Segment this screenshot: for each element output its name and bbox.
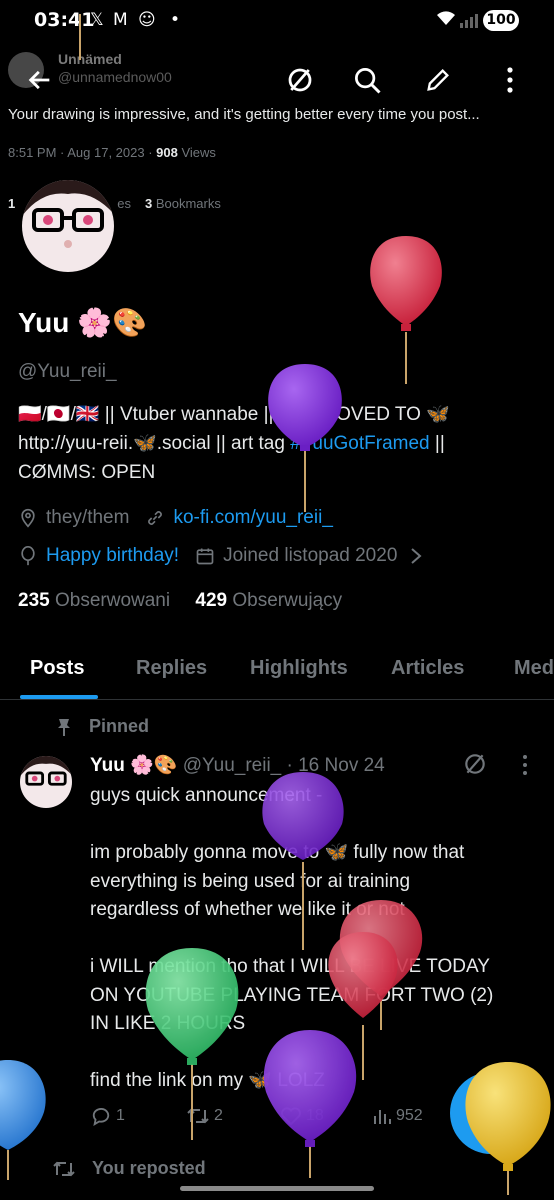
analytics-icon [374,1110,391,1124]
tweet-avatar[interactable] [20,756,72,808]
ghost-author-name: Unnämed [58,51,122,67]
heart-icon [281,1107,301,1126]
reply-button[interactable]: 1 [90,1106,125,1126]
tweet-header: Yuu 🌸🎨 @Yuu_reii_ · 16 Nov 24 [90,753,385,777]
dot-icon: • [170,10,181,30]
tweet-handle-time: @Yuu_reii_ · 16 Nov 24 [177,755,385,776]
followers-link[interactable]: 429 Obserwujący [195,590,342,611]
grok-icon [465,754,485,774]
tab-media[interactable]: Med [514,657,554,680]
discord-icon: ☺ [138,10,156,30]
grok-icon [288,68,312,92]
x-logo-icon: 𝕏 [90,10,104,30]
like-button[interactable]: 18 [280,1106,324,1126]
ghost-tweet-meta: 8:51 PM · Aug 17, 2023 · 908 Views [8,145,216,160]
profile-meta-row-2: Happy birthday! Joined listopad 2020 [18,545,423,567]
tweet-body: guys quick announcement - im probably go… [90,785,494,1091]
profile-avatar[interactable] [22,180,114,272]
battery-indicator: 100 [483,10,519,31]
views-button[interactable]: 952 [372,1106,423,1126]
signal-icon [459,13,479,33]
tweet-author-name: Yuu 🌸🎨 [90,755,178,776]
more-vertical-icon [507,67,513,93]
pinned-label: Pinned [55,716,149,737]
calendar-icon [196,548,214,565]
gmail-icon: M [113,10,128,30]
reposted-label: You reposted [52,1158,206,1179]
blue-balloon [0,1060,46,1150]
search-icon [355,68,381,94]
tab-replies[interactable]: Replies [136,657,207,680]
ghost-author-handle: @unnamednow00 [58,69,172,85]
link-icon [148,511,163,525]
home-indicator [180,1186,374,1191]
status-time: 03:41 [34,9,95,31]
follow-counts: 235 Obserwowani 429 Obserwujący [18,590,342,612]
back-button[interactable] [20,60,60,100]
active-tab-indicator [20,695,98,699]
search-button[interactable] [347,60,387,100]
wifi-icon [436,10,456,31]
balloon-icon [21,546,35,566]
profile-tabs: Posts Replies Highlights Articles Med [0,640,554,700]
pronouns-text: they/them [46,507,130,528]
tweet-more-button[interactable] [522,754,528,781]
reply-icon [92,1108,110,1126]
red-balloon [370,236,442,331]
repost-button[interactable]: 2 [186,1106,223,1126]
birthday-link[interactable]: Happy birthday! [46,545,179,567]
more-vertical-icon [523,755,527,775]
status-bar: 03:41 𝕏 M ☺ • 100 [0,0,554,42]
repost-icon [187,1108,209,1124]
plus-icon [478,1100,504,1126]
tweet-grok-button[interactable] [462,751,488,782]
website-link[interactable]: ko-fi.com/yuu_reii_ [173,507,332,529]
tab-posts[interactable]: Posts [30,657,84,680]
pin-icon [58,718,70,736]
grok-button[interactable] [280,60,320,100]
location-pin-icon [21,508,35,528]
chevron-right-icon [411,548,422,564]
profile-display-name: Yuu 🌸🎨 [18,307,147,338]
profile-handle: @Yuu_reii_ [18,361,117,382]
pencil-icon [427,69,449,91]
more-options-button[interactable] [490,60,530,100]
compose-button[interactable] [418,60,458,100]
joined-date: Joined listopad 2020 [223,545,398,566]
profile-meta-row-1: they/them ko-fi.com/yuu_reii_ [18,507,333,529]
tab-highlights[interactable]: Highlights [250,657,348,680]
tab-articles[interactable]: Articles [391,657,464,680]
repost-icon [53,1161,75,1176]
arrow-left-icon [28,70,50,90]
hashtag-link[interactable]: #YuuGotFramed [290,433,429,454]
profile-bio: 🇵🇱/🇯🇵/🇬🇧 || Vtuber wannabe || ART MOVED … [18,404,450,483]
compose-fab[interactable] [450,1072,532,1154]
following-link[interactable]: 235 Obserwowani [18,590,170,611]
ghost-tweet-text: Your drawing is impressive, and it's get… [8,106,480,123]
